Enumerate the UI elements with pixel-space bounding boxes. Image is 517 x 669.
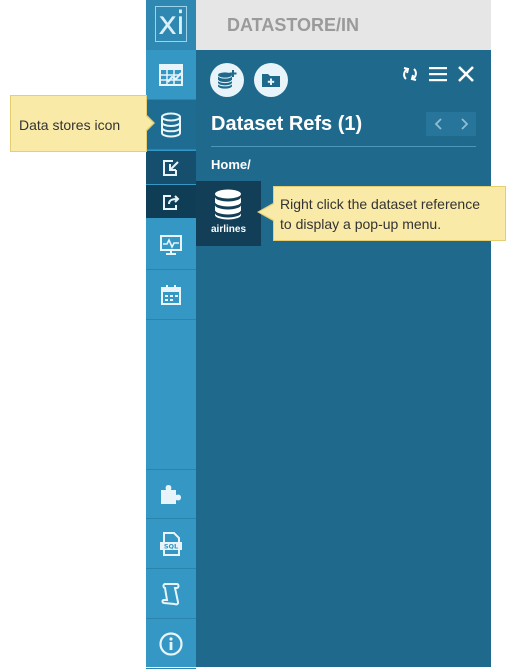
right-click-callout: Right click the dataset reference to dis… — [273, 186, 506, 241]
close-button[interactable] — [456, 64, 476, 84]
tip-callout-pointer-fill — [259, 204, 274, 220]
sidebar-item-plugins[interactable] — [146, 469, 196, 519]
scroll-icon — [161, 582, 180, 605]
data-stores-callout: Data stores icon — [10, 95, 147, 152]
pager — [426, 112, 476, 136]
sidebar-item-info[interactable] — [146, 619, 196, 669]
xi-logo: xi — [155, 6, 187, 42]
callout-pointer-fill — [146, 116, 153, 130]
calendar-icon — [161, 284, 181, 305]
panel-toolbar — [400, 64, 476, 84]
panel-title: Dataset Refs (1) — [211, 113, 363, 135]
refresh-icon — [403, 67, 417, 81]
sql-document-icon: SQL — [160, 531, 182, 556]
menu-button[interactable] — [428, 64, 448, 84]
database-plus-icon — [217, 70, 237, 89]
folder-plus-icon — [262, 74, 280, 87]
dataset-ref-label: airlines — [210, 224, 247, 235]
app-logo[interactable]: xi — [146, 0, 196, 50]
sidebar-item-scroll[interactable] — [146, 569, 196, 619]
right-click-callout-line-1: Right click the dataset reference — [280, 196, 480, 212]
previous-page-button[interactable] — [426, 112, 451, 136]
puzzle-piece-icon — [161, 485, 181, 504]
dataset-refs-panel: Dataset Refs (1) Home/ airlines — [196, 50, 491, 667]
monitor-pulse-icon — [160, 234, 182, 255]
title-bar: DATASTORE/IN — [196, 0, 491, 50]
add-folder-button[interactable] — [254, 63, 288, 97]
info-icon — [159, 631, 183, 656]
right-click-callout-line-2: to display a pop-up menu. — [280, 216, 442, 232]
add-dataset-button[interactable] — [210, 63, 244, 97]
sidebar-item-sql[interactable]: SQL — [146, 519, 196, 569]
next-page-button[interactable] — [451, 112, 476, 136]
sidebar-item-calendar[interactable] — [146, 270, 196, 320]
breadcrumb[interactable]: Home/ — [211, 157, 251, 172]
svg-text:SQL: SQL — [164, 542, 178, 550]
database-icon — [161, 112, 181, 137]
dataset-ref-tile[interactable]: airlines — [196, 181, 261, 246]
divider — [211, 146, 476, 147]
hamburger-menu-icon — [429, 67, 447, 82]
export-box-icon — [163, 194, 180, 210]
import-box-icon — [163, 159, 179, 176]
sidebar-item-import[interactable] — [146, 151, 196, 184]
chevron-right-icon — [460, 118, 468, 130]
sidebar-item-monitor[interactable] — [146, 220, 196, 270]
sidebar-item-export[interactable] — [146, 185, 196, 218]
sidebar-item-dashboard[interactable] — [146, 50, 196, 100]
refresh-button[interactable] — [400, 64, 420, 84]
close-icon — [458, 66, 474, 82]
database-icon — [215, 189, 241, 220]
chevron-left-icon — [434, 118, 442, 130]
spreadsheet-grid-icon — [159, 63, 183, 86]
page-title: DATASTORE/IN — [227, 15, 360, 35]
sidebar: SQL — [146, 50, 196, 669]
